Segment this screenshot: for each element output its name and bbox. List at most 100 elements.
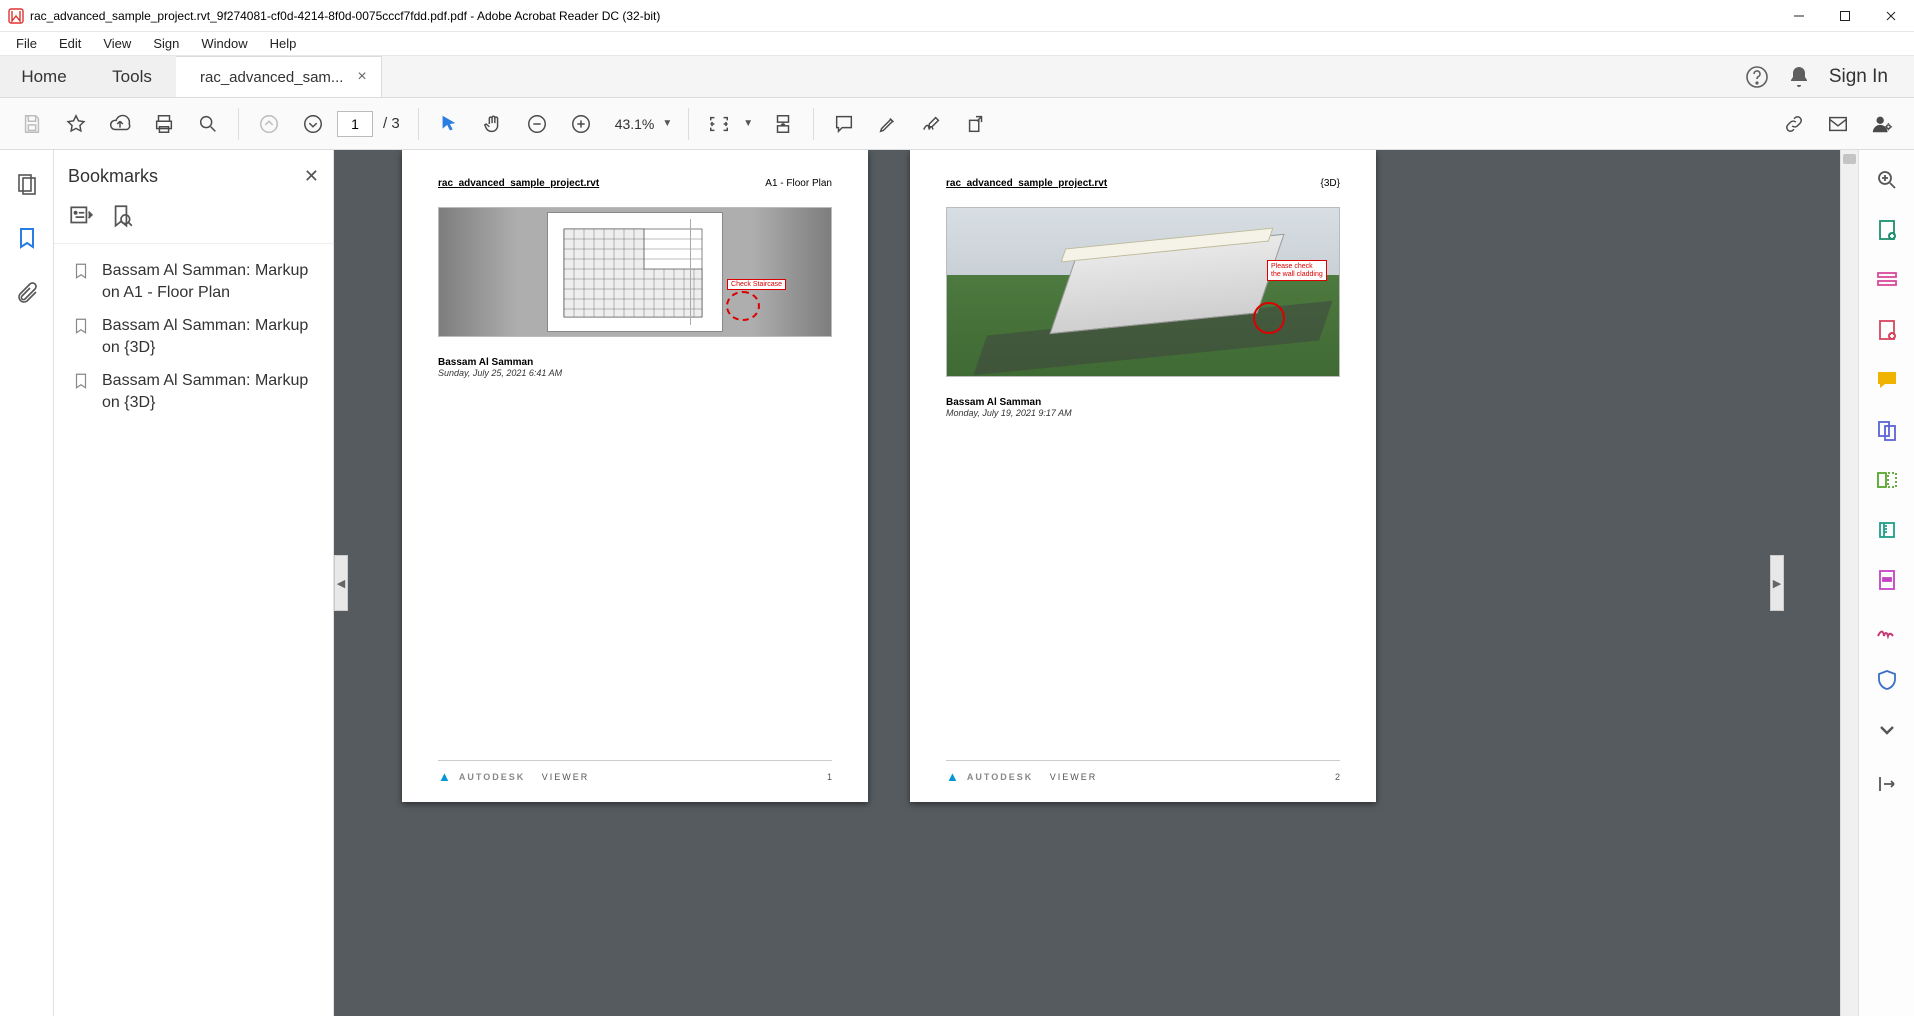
collapse-rail-icon[interactable] xyxy=(1875,772,1899,796)
menu-sign[interactable]: Sign xyxy=(143,33,189,54)
tools-panel-collapse[interactable]: ▶ xyxy=(1770,555,1784,611)
rotate-icon[interactable] xyxy=(956,104,996,144)
pdf-page: rac_advanced_sample_project.rvt A1 - Flo… xyxy=(402,150,868,802)
bookmarks-panel-title: Bookmarks xyxy=(68,166,304,187)
find-icon[interactable] xyxy=(188,104,228,144)
fit-width-icon[interactable] xyxy=(699,104,739,144)
fit-dropdown-icon[interactable]: ▼ xyxy=(743,118,753,129)
window-title: rac_advanced_sample_project.rvt_9f274081… xyxy=(30,9,660,23)
menu-view[interactable]: View xyxy=(93,33,141,54)
nav-panel-collapse[interactable]: ◀ xyxy=(334,555,348,611)
bookmark-item-icon xyxy=(72,372,92,413)
export-pdf-icon[interactable] xyxy=(1875,218,1899,242)
bookmark-item-label: Bassam Al Samman: Markup on {3D} xyxy=(102,370,321,413)
combine-files-icon[interactable] xyxy=(1875,418,1899,442)
bookmark-item[interactable]: Bassam Al Samman: Markup on A1 - Floor P… xyxy=(68,254,325,309)
pdf-page: rac_advanced_sample_project.rvt {3D} Ple… xyxy=(910,150,1376,802)
fill-sign-icon[interactable] xyxy=(1875,618,1899,642)
page-number: 1 xyxy=(827,772,832,782)
page-filename: rac_advanced_sample_project.rvt xyxy=(946,178,1107,189)
menu-help[interactable]: Help xyxy=(260,33,307,54)
zoom-in-icon[interactable] xyxy=(561,104,601,144)
bookmark-item-icon xyxy=(72,317,92,358)
page-author: Bassam Al Samman xyxy=(946,397,1340,408)
compress-pdf-icon[interactable] xyxy=(1875,518,1899,542)
bookmarks-list: Bassam Al Samman: Markup on A1 - Floor P… xyxy=(54,244,333,420)
organize-pages-icon[interactable] xyxy=(1875,468,1899,492)
bookmark-item-label: Bassam Al Samman: Markup on {3D} xyxy=(102,315,321,358)
bookmarks-panel-close[interactable]: ✕ xyxy=(304,166,319,187)
window-maximize-button[interactable] xyxy=(1822,0,1868,32)
markup-callout: Please check the wall cladding xyxy=(1267,260,1327,281)
notifications-icon[interactable] xyxy=(1787,65,1811,89)
bookmark-find-icon[interactable] xyxy=(108,203,134,229)
cloud-upload-icon[interactable] xyxy=(100,104,140,144)
save-icon[interactable] xyxy=(12,104,52,144)
email-icon[interactable] xyxy=(1818,104,1858,144)
search-tool-icon[interactable] xyxy=(1875,168,1899,192)
window-minimize-button[interactable] xyxy=(1776,0,1822,32)
workspace: Bookmarks ✕ Bassam Al Samman: Markup on … xyxy=(0,150,1914,1016)
menu-file[interactable]: File xyxy=(6,33,47,54)
zoom-dropdown-icon[interactable]: ▼ xyxy=(662,118,672,129)
highlight-icon[interactable] xyxy=(868,104,908,144)
thumbnails-icon[interactable] xyxy=(15,172,39,196)
tab-tools[interactable]: Tools xyxy=(88,56,176,97)
vertical-scrollbar[interactable] xyxy=(1840,150,1858,1016)
print-icon[interactable] xyxy=(144,104,184,144)
document-view[interactable]: ◀ rac_advanced_sample_project.rvt A1 - F… xyxy=(334,150,1858,1016)
page-filename: rac_advanced_sample_project.rvt xyxy=(438,178,599,189)
menu-edit[interactable]: Edit xyxy=(49,33,91,54)
page-subtitle: A1 - Floor Plan xyxy=(765,178,832,189)
sign-document-icon[interactable] xyxy=(912,104,952,144)
document-tab-bar: Home Tools rac_advanced_sam... × Sign In xyxy=(0,56,1914,98)
autodesk-viewer-logo: ▲AUTODESK VIEWER xyxy=(438,769,589,784)
page-author: Bassam Al Samman xyxy=(438,357,832,368)
star-icon[interactable] xyxy=(56,104,96,144)
help-icon[interactable] xyxy=(1745,65,1769,89)
window-close-button[interactable] xyxy=(1868,0,1914,32)
page-number-input[interactable] xyxy=(337,111,373,137)
tab-document-close[interactable]: × xyxy=(357,68,366,86)
bookmarks-icon[interactable] xyxy=(15,226,39,250)
page-image: Please check the wall cladding xyxy=(946,207,1340,377)
menu-window[interactable]: Window xyxy=(191,33,257,54)
tab-document[interactable]: rac_advanced_sam... × xyxy=(176,56,382,97)
comment-tool-icon[interactable] xyxy=(1875,368,1899,392)
share-link-icon[interactable] xyxy=(1774,104,1814,144)
more-tools-icon[interactable] xyxy=(1875,718,1899,742)
sign-in-button[interactable]: Sign In xyxy=(1829,66,1888,88)
page-up-icon[interactable] xyxy=(249,104,289,144)
page-count-label: / 3 xyxy=(383,115,400,132)
page-image: Check Staircase xyxy=(438,207,832,337)
tab-document-label: rac_advanced_sam... xyxy=(200,69,343,86)
attachments-icon[interactable] xyxy=(15,280,39,304)
page-down-icon[interactable] xyxy=(293,104,333,144)
create-pdf-icon[interactable] xyxy=(1875,318,1899,342)
page-date: Sunday, July 25, 2021 6:41 AM xyxy=(438,368,832,378)
app-icon xyxy=(8,8,24,24)
zoom-out-icon[interactable] xyxy=(517,104,557,144)
edit-pdf-icon[interactable] xyxy=(1875,268,1899,292)
protect-icon[interactable] xyxy=(1875,668,1899,692)
bookmark-options-icon[interactable] xyxy=(68,203,94,229)
tab-home[interactable]: Home xyxy=(0,56,88,97)
share-people-icon[interactable] xyxy=(1862,104,1902,144)
left-nav-rail xyxy=(0,150,54,1016)
scroll-mode-icon[interactable] xyxy=(763,104,803,144)
bookmarks-panel: Bookmarks ✕ Bassam Al Samman: Markup on … xyxy=(54,150,334,1016)
zoom-value[interactable]: 43.1% xyxy=(615,116,655,132)
bookmark-item[interactable]: Bassam Al Samman: Markup on {3D} xyxy=(68,309,325,364)
bookmark-item[interactable]: Bassam Al Samman: Markup on {3D} xyxy=(68,364,325,419)
comment-icon[interactable] xyxy=(824,104,864,144)
bookmark-item-label: Bassam Al Samman: Markup on A1 - Floor P… xyxy=(102,260,321,303)
redact-icon[interactable] xyxy=(1875,568,1899,592)
page-number: 2 xyxy=(1335,772,1340,782)
selection-tool-icon[interactable] xyxy=(429,104,469,144)
page-date: Monday, July 19, 2021 9:17 AM xyxy=(946,408,1340,418)
page-subtitle: {3D} xyxy=(1321,178,1340,189)
markup-cloud xyxy=(726,291,760,321)
hand-tool-icon[interactable] xyxy=(473,104,513,144)
main-toolbar: / 3 43.1% ▼ ▼ xyxy=(0,98,1914,150)
menu-bar: File Edit View Sign Window Help xyxy=(0,32,1914,56)
